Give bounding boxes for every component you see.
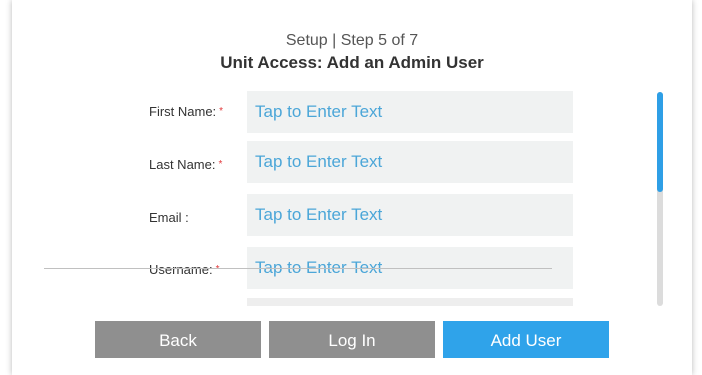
partially-visible-field[interactable] — [247, 298, 573, 306]
divider-line — [44, 268, 552, 269]
username-label: Username: * — [149, 262, 241, 278]
first-name-label: First Name: * — [149, 104, 241, 120]
dialog-frame: Setup | Step 5 of 7 Unit Access: Add an … — [12, 0, 692, 375]
email-label: Email : — [149, 210, 189, 225]
email-field[interactable]: Tap to Enter Text — [247, 194, 573, 236]
login-button[interactable]: Log In — [269, 321, 435, 358]
last-name-label: Last Name: * — [149, 157, 241, 173]
page-title: Unit Access: Add an Admin User — [220, 53, 484, 72]
required-marker: * — [215, 264, 220, 275]
step-indicator: Setup | Step 5 of 7 — [285, 32, 419, 49]
required-marker: * — [218, 159, 223, 170]
first-name-label-text: First Name: — [149, 104, 217, 119]
last-name-field[interactable]: Tap to Enter Text — [247, 141, 573, 183]
back-button[interactable]: Back — [95, 321, 261, 358]
username-label-text: Username: — [149, 262, 213, 277]
add-user-button[interactable]: Add User — [443, 321, 609, 358]
last-name-label-text: Last Name: — [149, 157, 216, 172]
first-name-field[interactable]: Tap to Enter Text — [247, 91, 573, 133]
scrollbar-thumb[interactable] — [657, 92, 663, 192]
required-marker: * — [219, 106, 224, 117]
